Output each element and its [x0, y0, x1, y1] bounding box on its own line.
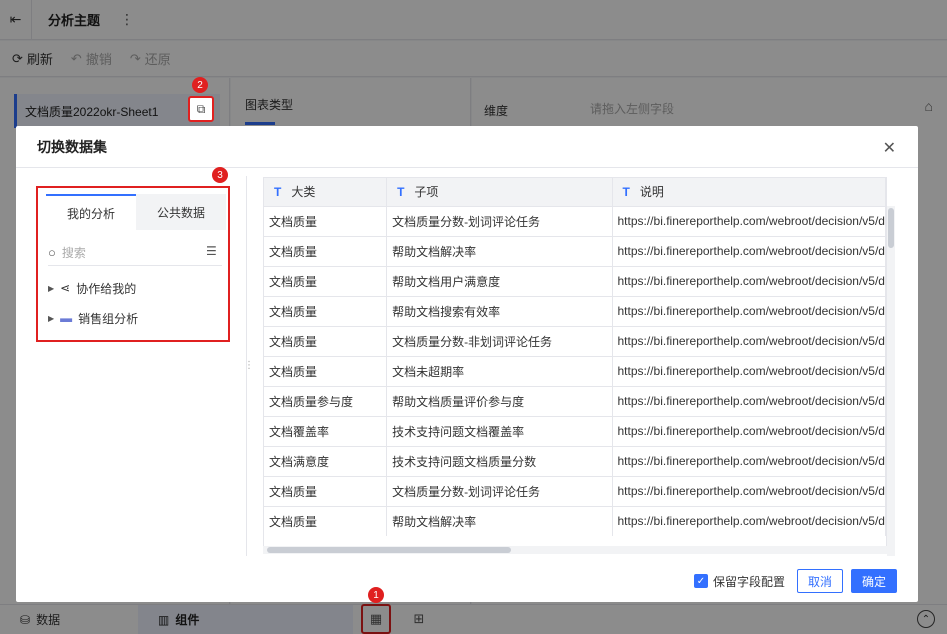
table-row[interactable]: 文档质量 文档质量分数-非划词评论任务 https://bi.finereporth… — [264, 325, 886, 356]
table-row[interactable]: 文档满意度 技术支持问题文档质量分数 https://bi.finereporthe… — [264, 445, 886, 476]
table-cell: 技术支持问题文档覆盖率 — [386, 415, 613, 446]
step-badge-one: 1 — [368, 587, 384, 603]
table-cell: 文档质量 — [264, 235, 388, 266]
table-cell: 文档质量 — [264, 355, 388, 386]
data-preview-table: T 大类 T 子项 T 说明 文档质量 文档质量分数-划词评论任务 https://bi.… — [263, 177, 887, 553]
dataset-tree-panel: 我的分析 公共数据 ○ 搜索 ☰ ▶ ⋖ 协作给我的 ▶ ▬ 销售组分析 — [36, 186, 230, 342]
dialog-footer: ✓ 保留字段配置 取消 确定 — [16, 560, 918, 602]
table-row[interactable]: 文档质量 文档未超期率 https://bi.finereporthelp.com/… — [264, 355, 886, 386]
table-cell: 帮助文档解决率 — [386, 235, 613, 266]
table-cell: https://bi.finereporthelp.com/webroot/de… — [612, 415, 886, 446]
table-cell: 文档质量分数-划词评论任务 — [386, 475, 613, 506]
table-cell: https://bi.finereporthelp.com/webroot/de… — [612, 355, 886, 386]
table-row[interactable]: 文档质量参与度 帮助文档质量评价参与度 https://bi.finereporth… — [264, 385, 886, 416]
column-header: T 说明 — [612, 178, 886, 206]
text-type-icon: T — [274, 185, 282, 200]
column-header: T 大类 — [264, 178, 388, 206]
table-cell: 文档质量参与度 — [264, 385, 388, 416]
drag-handle-icon[interactable]: ⋮ — [244, 360, 254, 371]
share-icon: ⋖ — [60, 281, 71, 295]
search-box[interactable]: ○ 搜索 — [48, 240, 222, 266]
table-row[interactable]: 文档质量 帮助文档解决率 https://bi.finereporthelp.com… — [264, 235, 886, 266]
table-cell: 帮助文档搜索有效率 — [386, 295, 613, 326]
table-cell: 文档质量 — [264, 205, 388, 236]
table-cell: 帮助文档用户满意度 — [386, 265, 613, 296]
table-cell: https://bi.finereporthelp.com/webroot/de… — [612, 265, 886, 296]
tree-item-shared[interactable]: ▶ ⋖ 协作给我的 — [48, 278, 136, 298]
table-cell: https://bi.finereporthelp.com/webroot/de… — [612, 445, 886, 476]
search-input[interactable]: 搜索 — [62, 244, 86, 261]
table-cell: 帮助文档解决率 — [386, 505, 613, 536]
folder-icon: ▬ — [60, 311, 73, 325]
table-cell: https://bi.finereporthelp.com/webroot/de… — [612, 205, 886, 236]
confirm-button[interactable]: 确定 — [850, 569, 897, 593]
vertical-scrollbar[interactable] — [887, 206, 895, 556]
expand-arrow-icon[interactable]: ▶ — [48, 284, 54, 293]
tab-my-analysis[interactable]: 我的分析 — [46, 194, 136, 230]
search-icon: ○ — [48, 245, 56, 260]
dialog-title: 切换数据集 — [37, 138, 107, 155]
table-cell: https://bi.finereporthelp.com/webroot/de… — [612, 505, 886, 536]
table-cell: 文档满意度 — [264, 445, 388, 476]
text-type-icon: T — [397, 185, 405, 200]
table-cell: https://bi.finereporthelp.com/webroot/de… — [612, 235, 886, 266]
table-cell: 文档未超期率 — [386, 355, 613, 386]
check-icon: ✓ — [693, 574, 708, 588]
table-row[interactable]: 文档质量 帮助文档搜索有效率 https://bi.finereporthelp.c… — [264, 295, 886, 326]
source-tabs: 我的分析 公共数据 — [46, 194, 226, 230]
table-cell: 文档质量分数-划词评论任务 — [386, 205, 613, 236]
table-cell: 文档质量 — [264, 325, 388, 356]
table-cell: 文档质量分数-非划词评论任务 — [386, 325, 613, 356]
table-cell: https://bi.finereporthelp.com/webroot/de… — [612, 385, 886, 416]
table-cell: https://bi.finereporthelp.com/webroot/de… — [612, 475, 886, 506]
tree-item-sales[interactable]: ▶ ▬ 销售组分析 — [48, 308, 138, 328]
table-row[interactable]: 文档质量 文档质量分数-划词评论任务 https://bi.finereporthe… — [264, 475, 886, 506]
switch-dataset-dialog: 切换数据集 ✕ 我的分析 公共数据 ○ 搜索 ☰ ▶ ⋖ 协作给我的 ▶ ▬ 销… — [16, 126, 918, 602]
column-header: T 子项 — [386, 178, 613, 206]
filter-sort-icon[interactable]: ☰ — [206, 244, 217, 258]
horizontal-scrollbar[interactable] — [263, 546, 887, 554]
cancel-button[interactable]: 取消 — [796, 569, 843, 593]
table-row[interactable]: 文档质量 帮助文档用户满意度 https://bi.finereporthelp.c… — [264, 265, 886, 296]
table-row[interactable]: 文档覆盖率 技术支持问题文档覆盖率 https://bi.finereporthel… — [264, 415, 886, 446]
table-cell: 文档质量 — [264, 265, 388, 296]
table-cell: 文档质量 — [264, 475, 388, 506]
text-type-icon: T — [622, 185, 630, 200]
table-cell: https://bi.finereporthelp.com/webroot/de… — [612, 295, 886, 326]
step-badge-three: 3 — [212, 167, 228, 183]
step-badge-two: 2 — [192, 77, 208, 93]
table-cell: https://bi.finereporthelp.com/webroot/de… — [612, 325, 886, 356]
dialog-header: 切换数据集 ✕ — [16, 126, 918, 168]
switch-dataset-button[interactable]: ⧉ — [188, 96, 214, 122]
tab-public-data[interactable]: 公共数据 — [136, 194, 226, 230]
switch-dataset-icon: ⧉ — [196, 101, 206, 116]
table-cell: 技术支持问题文档质量分数 — [386, 445, 613, 476]
table-cell: 文档质量 — [264, 505, 388, 536]
table-cell: 帮助文档质量评价参与度 — [386, 385, 613, 416]
table-cell: 文档覆盖率 — [264, 415, 388, 446]
keep-fields-checkbox[interactable]: ✓ 保留字段配置 — [693, 573, 785, 590]
expand-arrow-icon[interactable]: ▶ — [48, 314, 54, 323]
table-row[interactable]: 文档质量 帮助文档解决率 https://bi.finereporthelp.com… — [264, 505, 886, 536]
close-icon[interactable]: ✕ — [883, 138, 896, 158]
table-cell: 文档质量 — [264, 295, 388, 326]
table-row[interactable]: 文档质量 文档质量分数-划词评论任务 https://bi.finereporthe… — [264, 205, 886, 236]
